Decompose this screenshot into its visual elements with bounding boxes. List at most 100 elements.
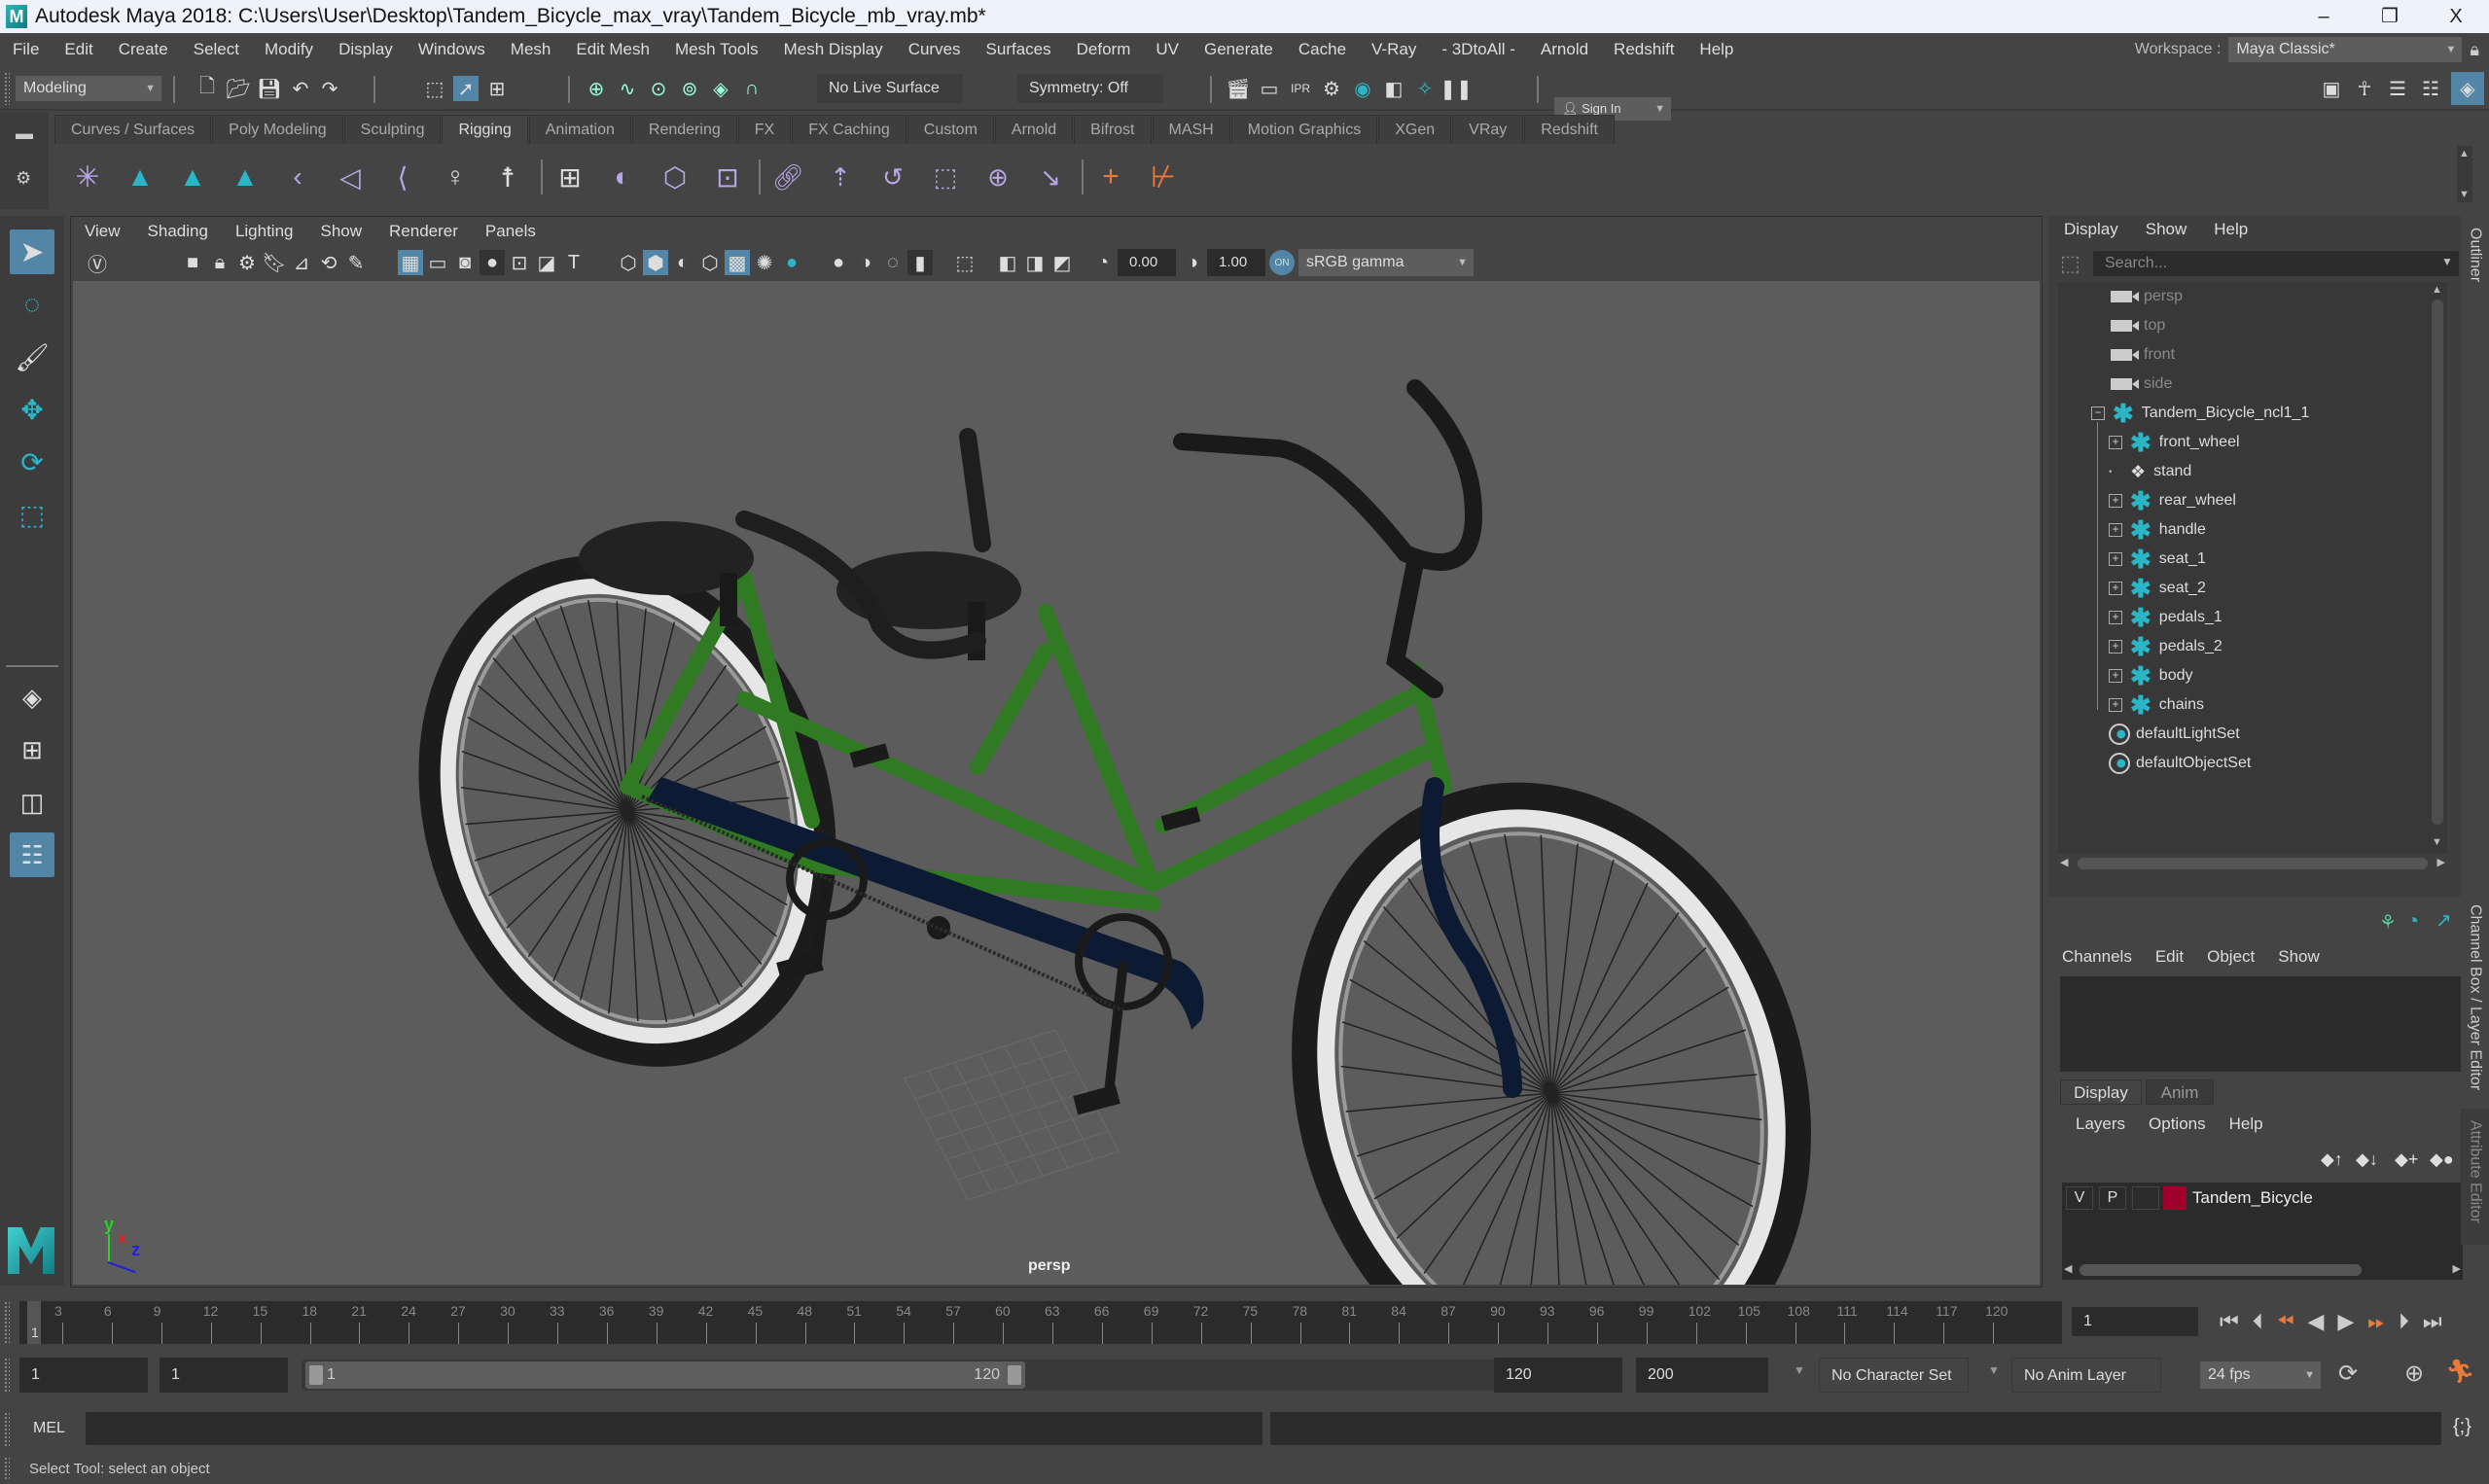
outliner-menu-help[interactable]: Help <box>2214 220 2248 239</box>
move-layer-up-icon[interactable]: ◆↑ <box>2321 1149 2343 1170</box>
outliner-item-root[interactable]: Tandem_Bicycle_ncl1_1 <box>2142 405 2310 422</box>
gamma-field[interactable]: 1.00 <box>1207 249 1265 276</box>
side-tab-attribute-editor[interactable]: Attribute Editor <box>2461 1109 2489 1245</box>
menu-curves[interactable]: Curves <box>896 40 974 59</box>
menu-deform[interactable]: Deform <box>1064 40 1144 59</box>
save-scene-icon[interactable]: 💾︎ <box>257 76 282 101</box>
range-drag-handle[interactable] <box>4 1358 10 1393</box>
isolate-select-icon[interactable]: ⬚ <box>952 250 978 275</box>
select-object-icon[interactable]: ➚ <box>453 76 479 101</box>
shelf-tab-arnold[interactable]: Arnold <box>994 115 1074 144</box>
shelf-tab-animation[interactable]: Animation <box>528 115 631 144</box>
channelbox-menu-edit[interactable]: Edit <box>2155 947 2184 967</box>
motion-blur-icon[interactable]: ◑ <box>853 250 878 275</box>
help-drag-handle[interactable] <box>4 1457 10 1480</box>
layer-type-toggle[interactable] <box>2132 1186 2159 1210</box>
outliner-item[interactable]: handle <box>2159 521 2206 539</box>
drag-handle[interactable] <box>4 72 10 105</box>
workspace-dropdown[interactable]: Maya Classic* ▼ <box>2228 37 2463 62</box>
menu-surfaces[interactable]: Surfaces <box>974 40 1064 59</box>
channelbox-menu-show[interactable]: Show <box>2278 947 2320 967</box>
outliner-item[interactable]: seat_1 <box>2159 550 2206 568</box>
outliner-item-default-light-set[interactable]: defaultLightSet <box>2136 725 2240 743</box>
add-influence-icon[interactable]: + <box>1093 159 1128 194</box>
layer-tab-display[interactable]: Display <box>2060 1079 2142 1105</box>
panel-menu-view[interactable]: View <box>71 222 134 241</box>
cluster-icon[interactable]: ⊡ <box>710 159 745 194</box>
camera-attributes-icon[interactable]: ⚙ <box>234 250 260 275</box>
anim-layer-menu-icon[interactable]: ▼ <box>1988 1363 2000 1377</box>
panel-menu-show[interactable]: Show <box>307 222 376 241</box>
menu-display[interactable]: Display <box>326 40 406 59</box>
scroll-up-icon[interactable]: ▲ <box>2459 148 2470 159</box>
modeling-toolkit-icon[interactable]: ▣ <box>2319 76 2344 101</box>
character-set-field[interactable]: No Character Set <box>1819 1358 1969 1393</box>
bookmark-icon[interactable]: 🔖︎ <box>262 250 287 275</box>
animation-preferences-icon[interactable]: 🏃︎ <box>2445 1358 2474 1386</box>
pole-vector-constraint-icon[interactable]: ↘ <box>1033 159 1068 194</box>
step-forward-key-icon[interactable]: ⏩︎ <box>2367 1309 2385 1334</box>
fps-dropdown[interactable]: 24 fps ▼ <box>2200 1361 2321 1389</box>
close-button[interactable]: X <box>2423 0 2489 33</box>
select-hierarchy-icon[interactable]: ⬚ <box>422 76 447 101</box>
menu-uv[interactable]: UV <box>1143 40 1191 59</box>
side-tab-channel-box[interactable]: Channel Box / Layer Editor <box>2461 893 2489 1107</box>
move-tool[interactable]: ✥ <box>10 387 54 432</box>
scroll-right-icon[interactable]: ▶ <box>2437 856 2445 868</box>
menu-3dtoall[interactable]: - 3DtoAll - <box>1429 40 1528 59</box>
field-chart-icon[interactable]: ⊡ <box>507 250 532 275</box>
resolution-gate-icon[interactable]: ◙ <box>452 250 478 275</box>
layer-menu-options[interactable]: Options <box>2149 1114 2206 1134</box>
shelf-tab-fx-caching[interactable]: FX Caching <box>792 115 907 144</box>
rotate-tool[interactable]: ⟳ <box>10 440 54 484</box>
shelf-scrollbar[interactable]: ▲ ▼ <box>2457 146 2472 202</box>
range-end-handle[interactable] <box>1008 1365 1021 1385</box>
exposure-field[interactable]: 0.00 <box>1118 249 1176 276</box>
image-plane-icon[interactable]: ⊿ <box>289 250 314 275</box>
panel-menu-shading[interactable]: Shading <box>134 222 222 241</box>
command-drag-handle[interactable] <box>4 1412 10 1447</box>
outliner-item[interactable]: chains <box>2159 696 2204 714</box>
paint-select-tool[interactable]: 🖌︎ <box>10 335 54 379</box>
shelf-tab-curves-surfaces[interactable]: Curves / Surfaces <box>54 115 212 144</box>
depth-of-field-icon[interactable]: ▮ <box>907 250 933 275</box>
scroll-left-icon[interactable]: ◀ <box>2060 856 2068 868</box>
select-tool[interactable]: ➤ <box>10 230 54 274</box>
snap-view-plane-icon[interactable]: ⊚ <box>677 76 702 101</box>
ik-spline-icon[interactable]: ◁ <box>333 159 368 194</box>
parent-constraint-icon[interactable]: 🔗︎ <box>770 159 805 194</box>
shelf-tab-fx[interactable]: FX <box>737 115 792 144</box>
play-forwards-icon[interactable]: ▶ <box>2337 1309 2354 1334</box>
anim-layer-field[interactable]: No Anim Layer <box>2011 1358 2161 1393</box>
layer-tab-anim[interactable]: Anim <box>2146 1079 2214 1105</box>
2d-pan-zoom-icon[interactable]: ⟲ <box>316 250 341 275</box>
menu-set-dropdown[interactable]: Modeling ▼ <box>16 76 161 101</box>
xray-icon[interactable]: ◧ <box>995 250 1020 275</box>
outliner-vertical-scrollbar[interactable]: ▲ ▼ <box>2430 284 2445 848</box>
scroll-left-icon[interactable]: ◀ <box>2064 1262 2072 1275</box>
shelf-tab-custom[interactable]: Custom <box>907 115 994 144</box>
hik-skeleton-icon[interactable]: ▲ <box>175 159 210 194</box>
panel-menu-lighting[interactable]: Lighting <box>222 222 307 241</box>
light-editor-icon[interactable]: ✧ <box>1412 76 1438 101</box>
xray-joints-icon[interactable]: ◨ <box>1022 250 1048 275</box>
shelf-tab-sculpting[interactable]: Sculpting <box>343 115 442 144</box>
menu-generate[interactable]: Generate <box>1191 40 1286 59</box>
hik-character-icon[interactable]: ▲ <box>228 159 263 194</box>
orient-constraint-icon[interactable]: ↺ <box>875 159 910 194</box>
color-space-dropdown[interactable]: sRGB gamma ▼ <box>1298 249 1474 276</box>
playback-end-field[interactable]: 120 <box>1494 1358 1622 1393</box>
snap-live-icon[interactable]: ◈ <box>708 76 733 101</box>
expand-icon[interactable]: + <box>2109 523 2122 537</box>
paint-weights-icon[interactable]: ⊞ <box>552 159 587 194</box>
layer-menu-layers[interactable]: Layers <box>2076 1114 2125 1134</box>
textured-icon[interactable]: ▩ <box>725 250 750 275</box>
expand-icon[interactable]: + <box>2109 640 2122 654</box>
layer-color-swatch[interactable] <box>2163 1186 2187 1210</box>
lattice-icon[interactable]: ⬡ <box>658 159 693 194</box>
menu-mesh[interactable]: Mesh <box>498 40 564 59</box>
minimize-button[interactable]: – <box>2291 0 2357 33</box>
shelf-tab-rendering[interactable]: Rendering <box>631 115 737 144</box>
snap-point-icon[interactable]: ⊙ <box>646 76 671 101</box>
channelbox-menu-object[interactable]: Object <box>2207 947 2255 967</box>
